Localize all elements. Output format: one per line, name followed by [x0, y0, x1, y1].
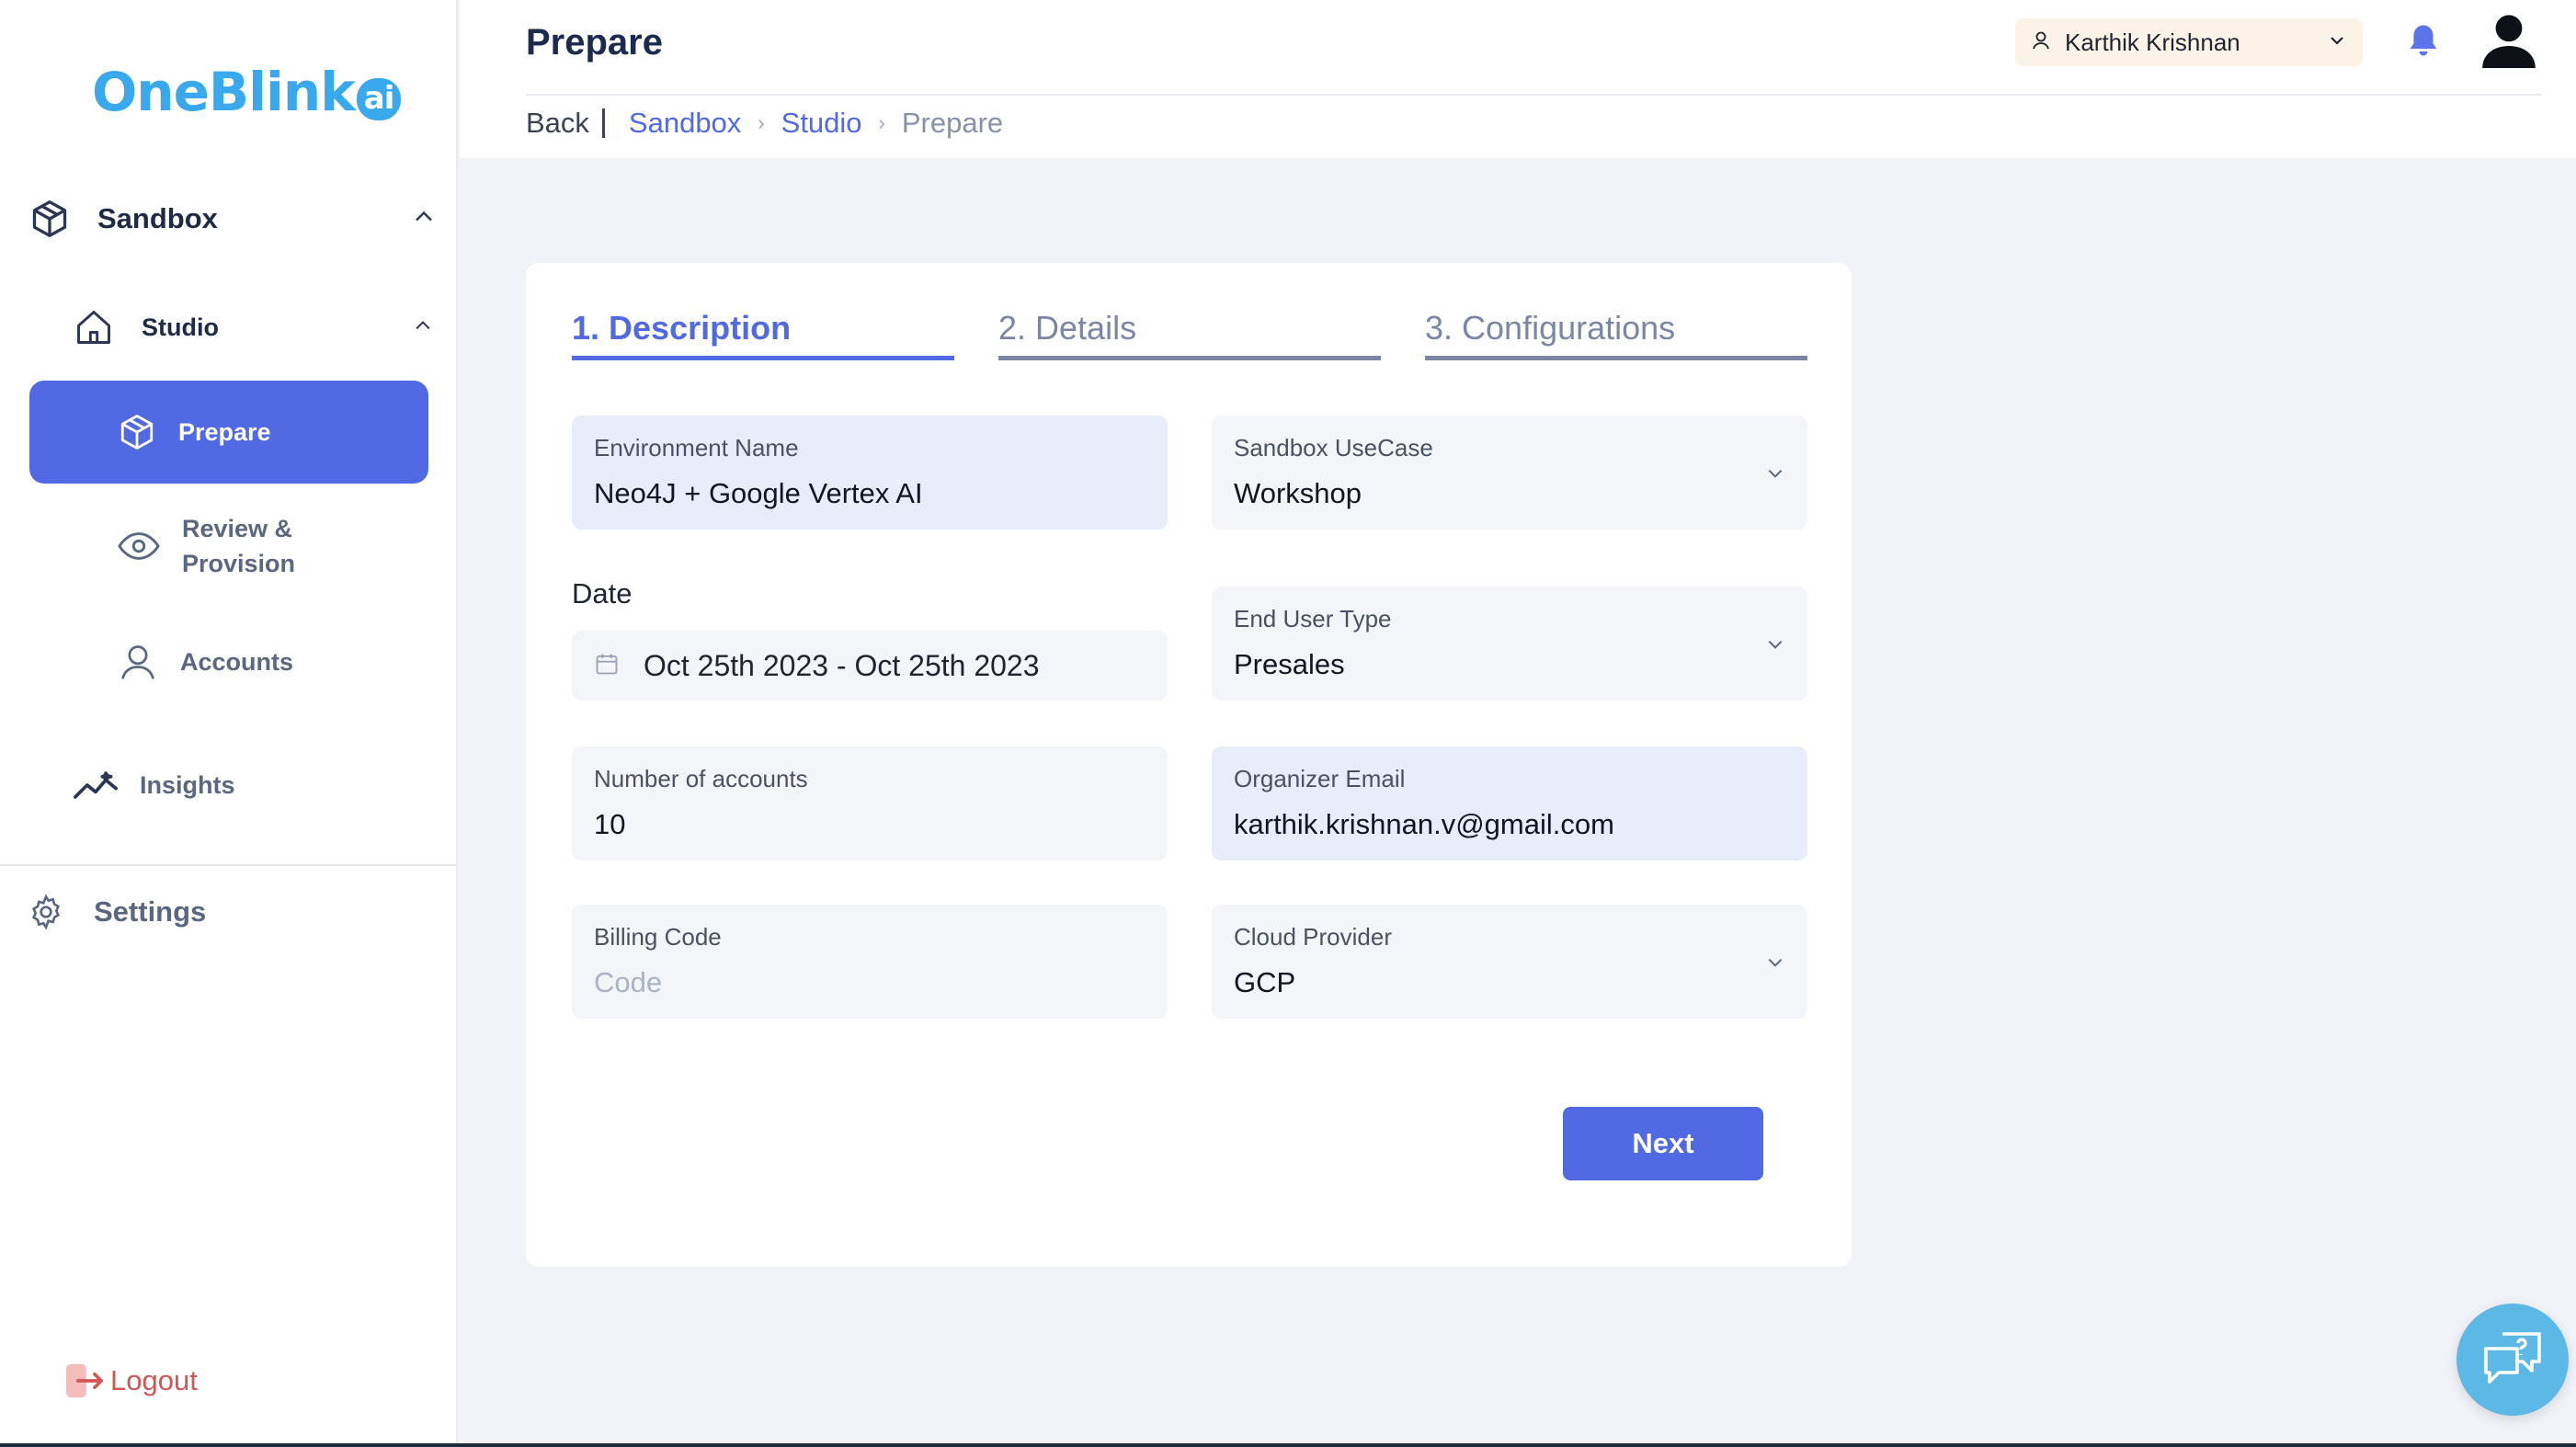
sidebar-item-label: Settings — [94, 895, 207, 928]
sidebar: OneBlink ai Sandbox Studio Prepare Revie… — [0, 0, 458, 1447]
gear-icon — [28, 894, 64, 930]
field-label: Billing Code — [594, 923, 722, 951]
breadcrumb: Back Sandbox › Studio › Prepare — [526, 107, 1003, 140]
header-divider — [526, 94, 2541, 96]
breadcrumb-studio[interactable]: Studio — [781, 107, 862, 140]
breadcrumb-current: Prepare — [901, 107, 1004, 139]
date-range-value: Oct 25th 2023 - Oct 25th 2023 — [644, 648, 1040, 682]
chevron-down-icon — [1765, 463, 1785, 488]
user-name: Karthik Krishnan — [2065, 28, 2240, 56]
cube-icon — [118, 413, 156, 451]
end-user-type-value: Presales — [1234, 648, 1345, 680]
sidebar-item-settings[interactable]: Settings — [28, 894, 206, 930]
tab-details[interactable]: 2. Details — [998, 309, 1381, 360]
eye-icon — [118, 530, 160, 562]
field-label: Cloud Provider — [1234, 923, 1392, 951]
tab-description[interactable]: 1. Description — [572, 309, 954, 360]
chevron-right-icon: › — [758, 111, 765, 134]
number-of-accounts-field[interactable]: Number of accounts 10 — [572, 746, 1168, 860]
sidebar-item-sandbox[interactable]: Sandbox — [29, 199, 434, 239]
logo-text: OneBlink — [92, 61, 356, 123]
chevron-right-icon: › — [878, 111, 885, 134]
field-label: End User Type — [1234, 605, 1392, 632]
user-icon — [2030, 29, 2052, 56]
organizer-email-field[interactable]: Organizer Email karthik.krishnan.v@gmail… — [1212, 746, 1807, 860]
chat-help-button[interactable] — [2456, 1304, 2569, 1416]
review-label-line2: Provision — [182, 550, 296, 577]
sidebar-item-studio[interactable]: Studio — [74, 307, 432, 348]
trend-icon — [74, 769, 118, 802]
sidebar-item-label: Studio — [142, 313, 219, 341]
logout-button[interactable]: Logout — [64, 1362, 198, 1399]
tab-configurations[interactable]: 3. Configurations — [1425, 309, 1807, 360]
breadcrumb-sandbox[interactable]: Sandbox — [629, 107, 741, 140]
logout-label: Logout — [110, 1364, 198, 1396]
bell-icon[interactable] — [2407, 22, 2440, 63]
sidebar-item-prepare[interactable]: Prepare — [29, 381, 428, 484]
field-label: Organizer Email — [1234, 765, 1406, 792]
avatar-icon[interactable] — [2482, 13, 2536, 73]
number-of-accounts-input[interactable]: 10 — [594, 808, 1146, 841]
user-icon — [118, 642, 158, 682]
sandbox-usecase-value: Workshop — [1234, 477, 1362, 509]
field-label: Environment Name — [594, 434, 799, 461]
sidebar-divider — [0, 864, 458, 866]
sidebar-item-insights[interactable]: Insights — [74, 769, 235, 802]
date-label: Date — [572, 577, 633, 610]
sidebar-item-label: Accounts — [180, 647, 294, 676]
environment-name-input[interactable]: Neo4J + Google Vertex AI — [594, 477, 1146, 510]
home-icon — [74, 307, 114, 348]
chevron-up-icon[interactable] — [414, 319, 432, 336]
sidebar-item-accounts[interactable]: Accounts — [118, 642, 293, 682]
field-label: Number of accounts — [594, 765, 808, 792]
sandbox-usecase-select[interactable]: Sandbox UseCase Workshop — [1212, 416, 1807, 530]
date-range-picker[interactable]: Oct 25th 2023 - Oct 25th 2023 — [572, 631, 1168, 701]
billing-code-input[interactable]: Code — [594, 966, 1146, 999]
user-menu-select[interactable]: Karthik Krishnan — [2015, 18, 2363, 66]
environment-name-field[interactable]: Environment Name Neo4J + Google Vertex A… — [572, 416, 1168, 530]
chat-help-icon — [2480, 1328, 2545, 1392]
sidebar-item-label: Prepare — [178, 417, 271, 446]
end-user-type-select[interactable]: End User Type Presales — [1212, 587, 1807, 701]
sidebar-item-label: Sandbox — [97, 202, 218, 234]
chevron-down-icon — [1765, 634, 1785, 659]
cube-icon — [29, 199, 70, 239]
back-link[interactable]: Back — [526, 108, 605, 138]
top-header: Prepare Karthik Krishnan Back Sandbox › … — [460, 0, 2576, 158]
field-label: Sandbox UseCase — [1234, 434, 1433, 461]
chevron-down-icon — [1765, 952, 1785, 977]
prepare-form-card: 1. Description 2. Details 3. Configurati… — [526, 263, 1852, 1267]
calendar-icon — [594, 651, 620, 681]
sidebar-item-label: Insights — [140, 770, 235, 799]
organizer-email-input[interactable]: karthik.krishnan.v@gmail.com — [1234, 808, 1785, 841]
chevron-up-icon[interactable] — [414, 211, 434, 228]
cloud-provider-value: GCP — [1234, 966, 1296, 998]
review-label-line1: Review & — [182, 515, 293, 542]
window-bottom-edge — [0, 1443, 2576, 1447]
billing-code-field[interactable]: Billing Code Code — [572, 905, 1168, 1019]
logout-icon — [64, 1362, 105, 1399]
sidebar-item-review-provision[interactable]: Review & Provision — [118, 511, 295, 581]
cloud-provider-select[interactable]: Cloud Provider GCP — [1212, 905, 1807, 1019]
logo-suffix: ai — [356, 78, 402, 120]
oneblink-logo[interactable]: OneBlink ai — [92, 61, 402, 123]
sidebar-item-label: Review & Provision — [182, 511, 295, 581]
next-button[interactable]: Next — [1563, 1107, 1763, 1180]
chevron-down-icon — [2328, 31, 2346, 54]
page-title: Prepare — [526, 22, 663, 63]
